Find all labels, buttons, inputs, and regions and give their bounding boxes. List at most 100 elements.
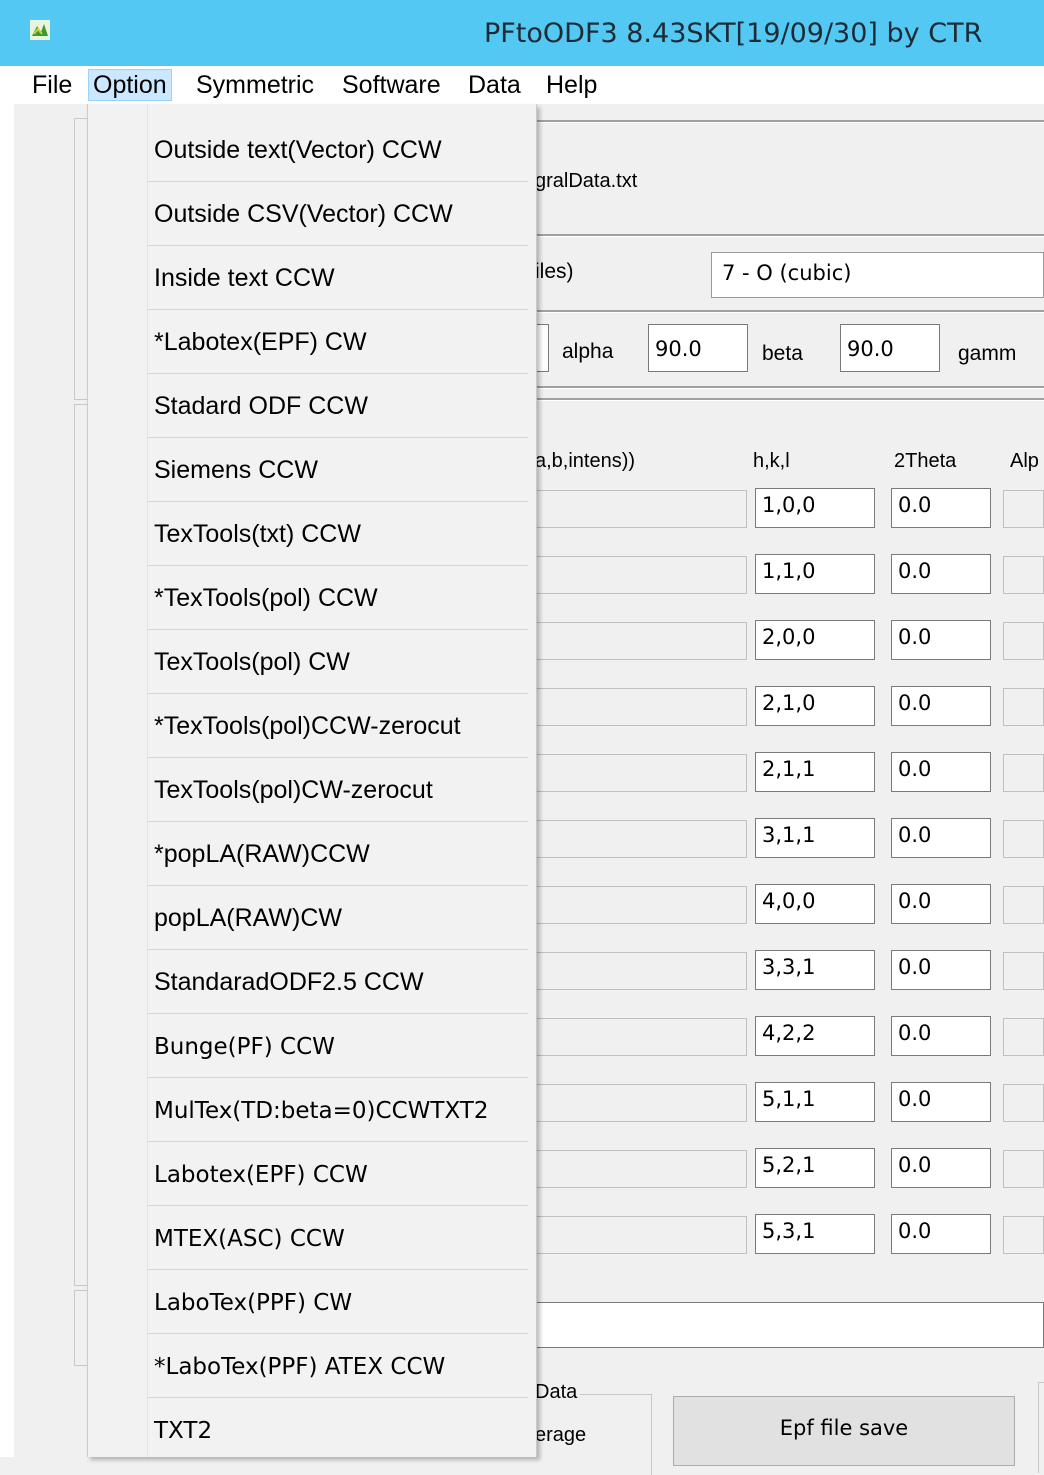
two-theta-input[interactable]: 0.0 xyxy=(891,1148,991,1188)
option-menu-item[interactable]: *popLA(RAW)CCW xyxy=(148,822,528,885)
gamma-label: gamm xyxy=(958,342,1017,365)
option-menu-item[interactable]: popLA(RAW)CW xyxy=(148,886,528,949)
two-theta-input[interactable]: 0.0 xyxy=(891,620,991,660)
two-theta-input[interactable]: 0.0 xyxy=(891,554,991,594)
alpha-input-partial[interactable] xyxy=(1003,886,1044,924)
menu-software[interactable]: Software xyxy=(338,70,445,100)
option-menu-item[interactable]: Stadard ODF CCW xyxy=(148,374,528,437)
alpha-input-partial[interactable] xyxy=(1003,1018,1044,1056)
option-menu-item[interactable]: LaboTex(PPF) CW xyxy=(148,1270,528,1333)
divider-2 xyxy=(535,234,1044,237)
two-theta-input[interactable]: 0.0 xyxy=(891,488,991,528)
option-menu-item-label: Outside CSV(Vector) CCW xyxy=(154,200,453,228)
option-menu-item[interactable]: TXT2 xyxy=(148,1398,528,1461)
two-theta-input[interactable]: 0.0 xyxy=(891,1082,991,1122)
hkl-input[interactable]: 2,1,1 xyxy=(755,752,875,792)
row-data-field[interactable] xyxy=(535,1150,747,1188)
row-data-field[interactable] xyxy=(535,1084,747,1122)
epf-save-button[interactable]: Epf file save xyxy=(673,1396,1015,1466)
hkl-input[interactable]: 5,3,1 xyxy=(755,1214,875,1254)
hkl-input[interactable]: 5,2,1 xyxy=(755,1148,875,1188)
row-data-field[interactable] xyxy=(535,754,747,792)
beta-input[interactable]: 90.0 xyxy=(840,324,940,372)
hkl-input[interactable]: 1,1,0 xyxy=(755,554,875,594)
desktop-edge xyxy=(0,104,14,1457)
option-menu-item-label: popLA(RAW)CW xyxy=(154,904,342,932)
column-alpha: Alp xyxy=(1010,450,1039,472)
app-icon[interactable] xyxy=(30,20,50,40)
two-theta-input[interactable]: 0.0 xyxy=(891,752,991,792)
option-dropdown-menu: Outside text(Vector) CCW Outside CSV(Vect… xyxy=(87,104,537,1457)
menu-file[interactable]: File xyxy=(28,70,76,100)
alpha-input-partial[interactable] xyxy=(1003,1216,1044,1254)
two-theta-input[interactable]: 0.0 xyxy=(891,1214,991,1254)
option-menu-item[interactable]: *TexTools(pol)CCW-zerocut xyxy=(148,694,528,757)
menu-option[interactable]: Option xyxy=(88,69,172,101)
option-menu-item[interactable]: MulTex(TD:beta=0)CCWTXT2 xyxy=(148,1078,528,1141)
option-menu-item-label: *TexTools(pol)CCW-zerocut xyxy=(154,712,461,740)
row-data-field[interactable] xyxy=(535,688,747,726)
row-data-field[interactable] xyxy=(535,556,747,594)
option-menu-item[interactable]: Bunge(PF) CCW xyxy=(148,1014,528,1077)
hkl-input[interactable]: 1,0,0 xyxy=(755,488,875,528)
input-file-name: gralData.txt xyxy=(535,170,638,192)
hkl-input[interactable]: 4,0,0 xyxy=(755,884,875,924)
row-data-field[interactable] xyxy=(535,1216,747,1254)
row-data-field[interactable] xyxy=(535,1018,747,1056)
data-group-label: Data xyxy=(535,1381,581,1404)
option-menu-item-label: TexTools(txt) CCW xyxy=(154,520,361,548)
alpha-input-partial[interactable] xyxy=(1003,556,1044,594)
alpha-input-partial[interactable] xyxy=(1003,688,1044,726)
two-theta-input[interactable]: 0.0 xyxy=(891,1016,991,1056)
option-menu-item-label: *TexTools(pol) CCW xyxy=(154,584,378,612)
row-data-field[interactable] xyxy=(535,886,747,924)
column-hkl: h,k,l xyxy=(753,450,790,472)
option-menu-item[interactable]: Inside text CCW xyxy=(148,246,528,309)
hkl-input[interactable]: 4,2,2 xyxy=(755,1016,875,1056)
option-menu-item[interactable]: TexTools(pol)CW-zerocut xyxy=(148,758,528,821)
two-theta-input[interactable]: 0.0 xyxy=(891,884,991,924)
alpha-input-partial[interactable] xyxy=(1003,1150,1044,1188)
alpha-input[interactable]: 90.0 xyxy=(648,324,748,372)
hkl-input[interactable]: 3,1,1 xyxy=(755,818,875,858)
hkl-input[interactable]: 2,1,0 xyxy=(755,686,875,726)
option-menu-item[interactable]: Outside CSV(Vector) CCW xyxy=(148,182,528,245)
menu-bar: File Option Symmetric Software Data Help xyxy=(0,66,1044,104)
alpha-input-partial[interactable] xyxy=(1003,820,1044,858)
average-label: erage xyxy=(535,1424,587,1446)
menu-help[interactable]: Help xyxy=(542,70,601,100)
alpha-input-partial[interactable] xyxy=(1003,622,1044,660)
group-frame-middle xyxy=(74,404,87,1286)
option-menu-item[interactable]: TexTools(pol) CW xyxy=(148,630,528,693)
symmetry-combo[interactable]: 7 - O (cubic) xyxy=(711,252,1044,298)
menu-symmetric[interactable]: Symmetric xyxy=(192,70,318,100)
hkl-input[interactable]: 3,3,1 xyxy=(755,950,875,990)
status-field[interactable] xyxy=(535,1302,1044,1348)
two-theta-input[interactable]: 0.0 xyxy=(891,686,991,726)
row-data-field[interactable] xyxy=(535,490,747,528)
hkl-input[interactable]: 2,0,0 xyxy=(755,620,875,660)
hkl-input[interactable]: 5,1,1 xyxy=(755,1082,875,1122)
menu-data[interactable]: Data xyxy=(464,70,525,100)
param-field-partial[interactable] xyxy=(535,324,549,372)
option-menu-item-label: LaboTex(PPF) CW xyxy=(154,1290,353,1316)
option-menu-item[interactable]: *TexTools(pol) CCW xyxy=(148,566,528,629)
alpha-input-partial[interactable] xyxy=(1003,754,1044,792)
alpha-input-partial[interactable] xyxy=(1003,1084,1044,1122)
option-menu-item-label: Inside text CCW xyxy=(154,264,335,292)
alpha-input-partial[interactable] xyxy=(1003,952,1044,990)
row-data-field[interactable] xyxy=(535,820,747,858)
option-menu-item[interactable]: TexTools(txt) CCW xyxy=(148,502,528,565)
row-data-field[interactable] xyxy=(535,622,747,660)
option-menu-item[interactable]: *LaboTex(PPF) ATEX CCW xyxy=(148,1334,528,1397)
option-menu-item[interactable]: Outside text(Vector) CCW xyxy=(148,118,528,181)
alpha-input-partial[interactable] xyxy=(1003,490,1044,528)
option-menu-item[interactable]: Labotex(EPF) CCW xyxy=(148,1142,528,1205)
option-menu-item[interactable]: Siemens CCW xyxy=(148,438,528,501)
option-menu-item[interactable]: *Labotex(EPF) CW xyxy=(148,310,528,373)
two-theta-input[interactable]: 0.0 xyxy=(891,950,991,990)
option-menu-item[interactable]: MTEX(ASC) CCW xyxy=(148,1206,528,1269)
row-data-field[interactable] xyxy=(535,952,747,990)
option-menu-item[interactable]: StandaradODF2.5 CCW xyxy=(148,950,528,1013)
two-theta-input[interactable]: 0.0 xyxy=(891,818,991,858)
